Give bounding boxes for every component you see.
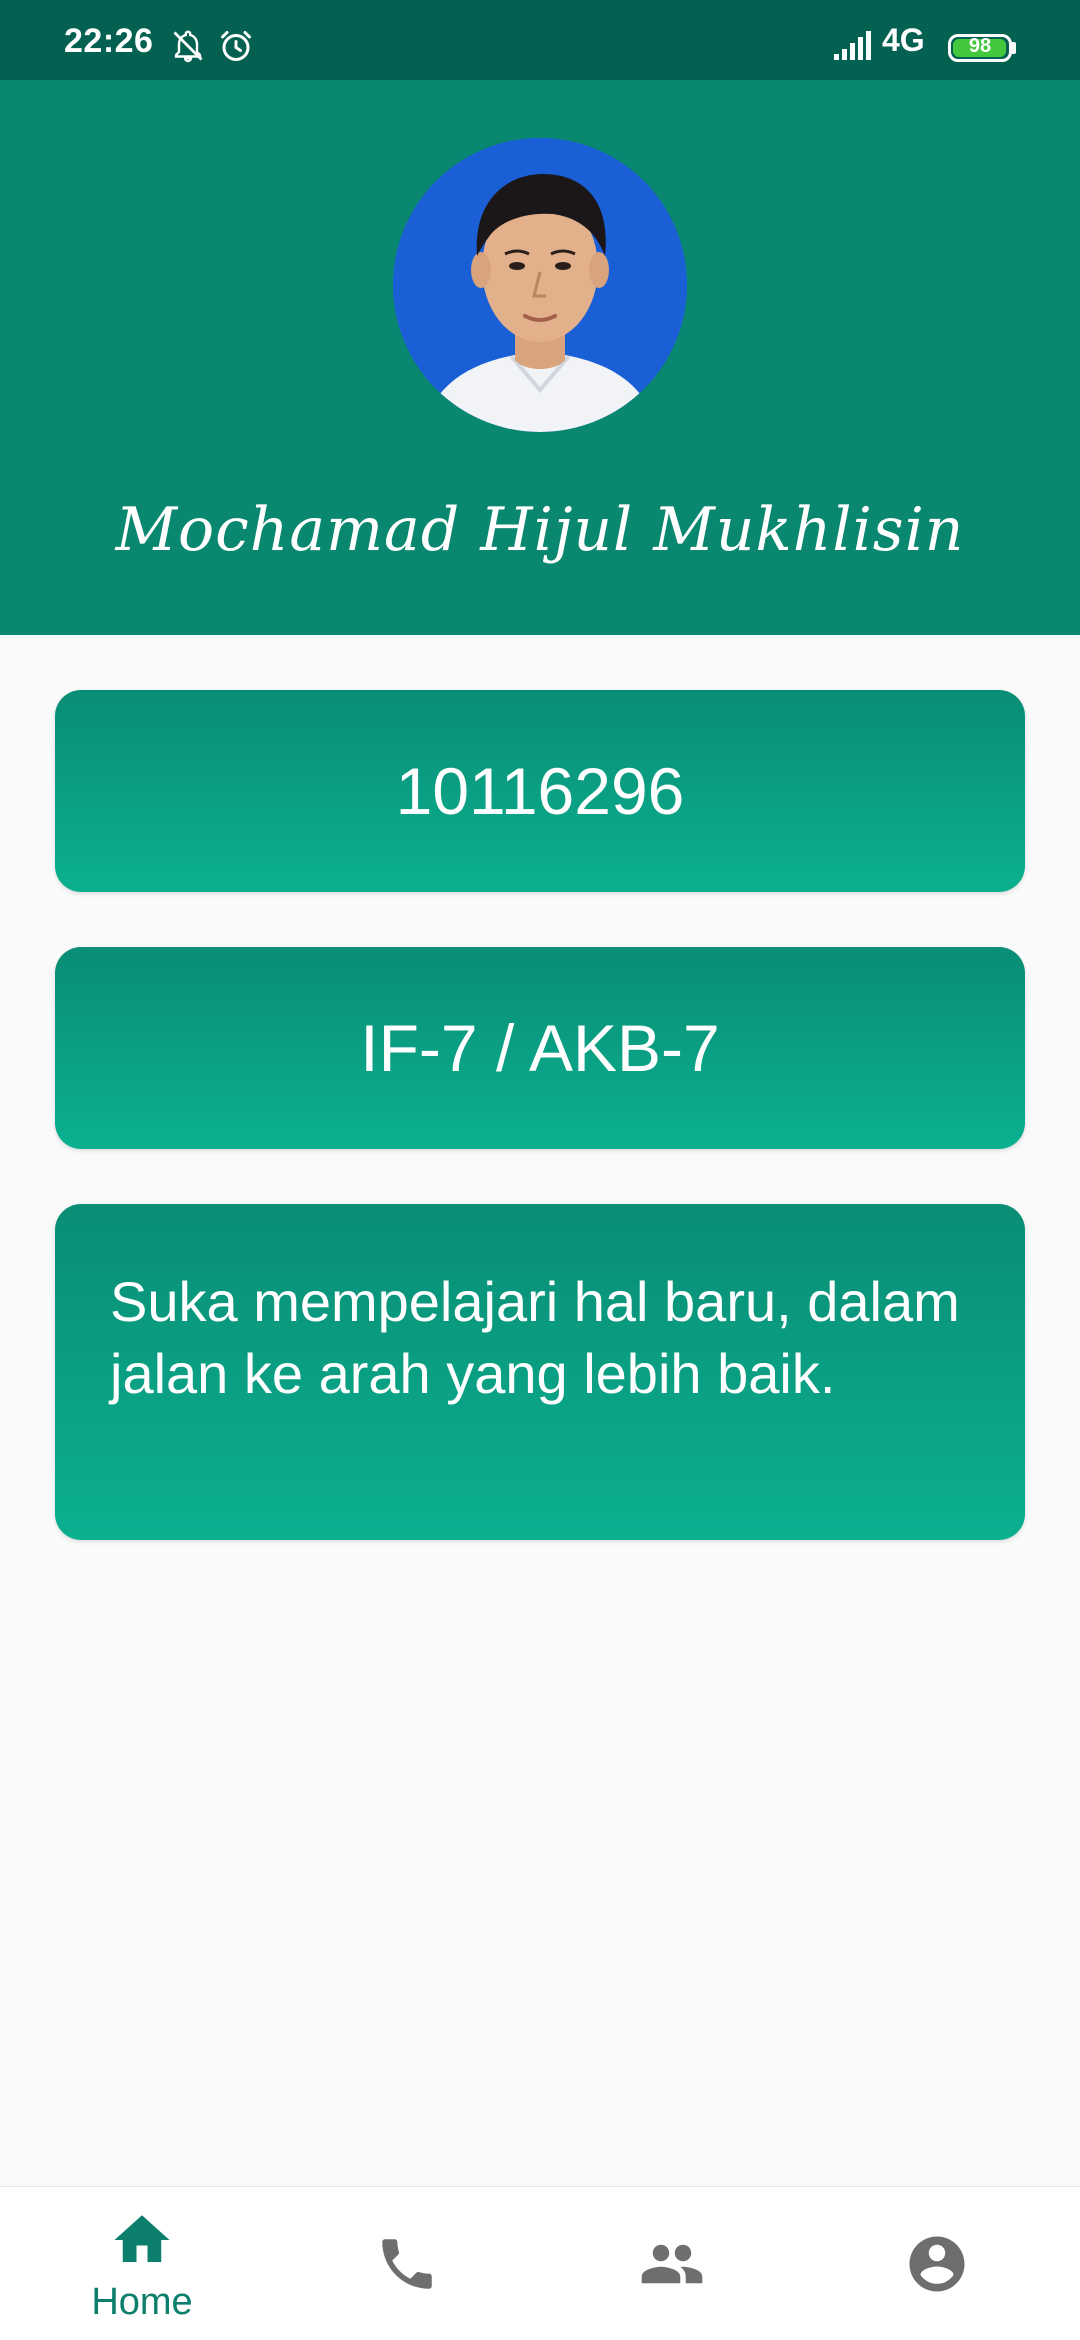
battery-icon: 98 <box>948 34 1012 62</box>
class-text: IF-7 / AKB-7 <box>360 1011 720 1085</box>
nav-item-account[interactable] <box>802 2187 1072 2340</box>
battery-level: 98 <box>968 35 992 57</box>
account-circle-icon <box>909 2236 965 2292</box>
class-card: IF-7 / AKB-7 <box>55 947 1025 1149</box>
nim-text: 10116296 <box>395 754 685 828</box>
people-icon <box>641 2244 703 2284</box>
avatar <box>393 138 687 432</box>
status-bar: 22:26 4G 98 <box>0 0 1080 80</box>
profile-name: Mochamad Hijul Mukhlisin <box>115 495 965 565</box>
phone-icon <box>382 2239 432 2289</box>
description-card: Suka mempelajari hal baru, dalam jalan k… <box>55 1204 1025 1540</box>
bell-off-icon <box>173 30 203 63</box>
battery-cap <box>1012 42 1016 54</box>
alarm-icon <box>221 31 251 61</box>
bottom-navigation: Home <box>0 2186 1080 2340</box>
screen: 22:26 4G 98 Mochamad Hijul Mukhlisin 101… <box>0 0 1080 2340</box>
nav-item-home[interactable]: Home <box>7 2187 277 2340</box>
description-text: Suka mempelajari hal baru, dalam jalan k… <box>110 1270 960 1405</box>
nim-card: 10116296 <box>55 690 1025 892</box>
home-icon <box>114 2215 170 2262</box>
nav-label-home: Home <box>91 2281 193 2323</box>
status-time: 22:26 <box>64 22 154 60</box>
profile-photo <box>393 138 687 432</box>
signal-icon <box>834 31 871 60</box>
nav-item-phone[interactable] <box>272 2187 542 2340</box>
network-type: 4G <box>882 22 925 58</box>
nav-item-people[interactable] <box>537 2187 807 2340</box>
profile-header: Mochamad Hijul Mukhlisin <box>0 80 1080 635</box>
